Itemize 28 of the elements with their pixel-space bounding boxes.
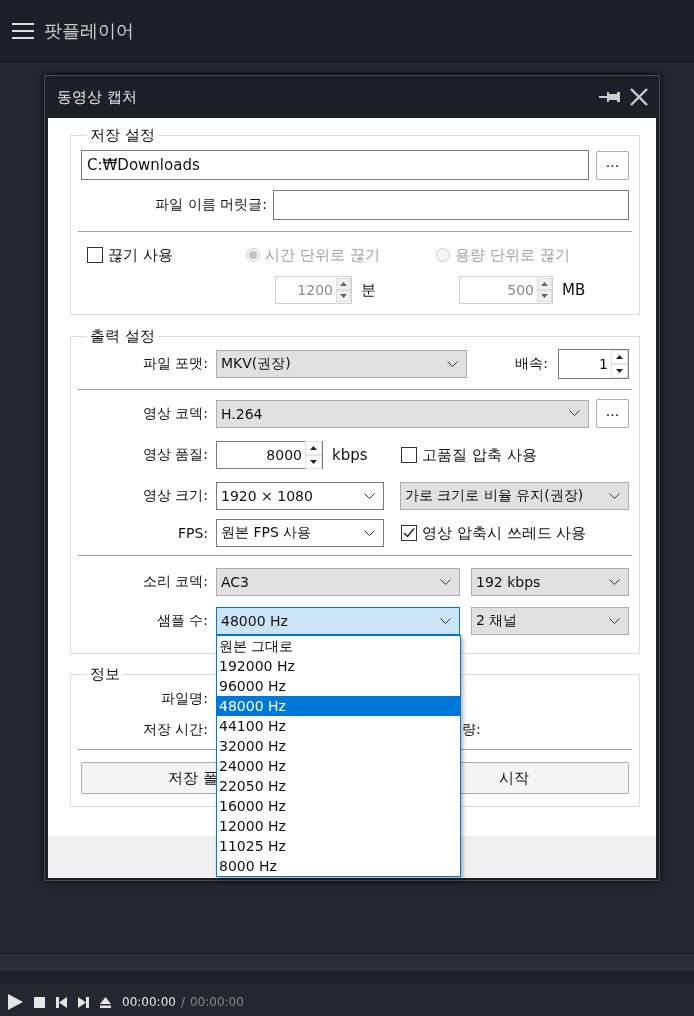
field-label: 량:: [462, 721, 481, 739]
app-title: 팟플레이어: [44, 18, 134, 43]
checkbox-label: 고품질 압축 사용: [422, 445, 537, 465]
field-label: 영상 코덱:: [141, 404, 208, 423]
field-label: 파일명:: [160, 690, 208, 708]
field-label: 파일 포맷:: [141, 355, 208, 373]
group-title: 출력 설정: [89, 327, 156, 345]
checkbox-label: 끊기 사용: [108, 245, 173, 265]
unit-label: MB: [562, 281, 586, 299]
field-label: 영상 크기:: [141, 487, 208, 505]
field-label: 배속:: [515, 355, 548, 373]
field-label: 소리 코덱:: [141, 573, 208, 591]
field-label: 파일 이름 머릿글:: [154, 196, 267, 214]
field-label: 저장 시간:: [141, 721, 208, 739]
field-label: 샘플 수:: [155, 612, 208, 630]
unit-label: kbps: [332, 446, 368, 464]
group-title: 정보: [89, 665, 121, 683]
group-title: 저장 설정: [89, 126, 156, 144]
total-time: 00:00:00: [189, 995, 244, 1009]
field-label: FPS:: [176, 525, 208, 541]
field-label: 영상 품질:: [141, 446, 208, 464]
radio-label: 시간 단위로 끊기: [265, 245, 380, 265]
checkbox-label: 영상 압축시 쓰레드 사용: [422, 523, 587, 543]
time-separator: /: [180, 995, 185, 1009]
unit-label: 분: [361, 280, 376, 300]
dialog-title: 동영상 캡처: [57, 87, 138, 107]
current-time: 00:00:00: [122, 995, 176, 1009]
radio-label: 용량 단위로 끊기: [455, 245, 570, 265]
